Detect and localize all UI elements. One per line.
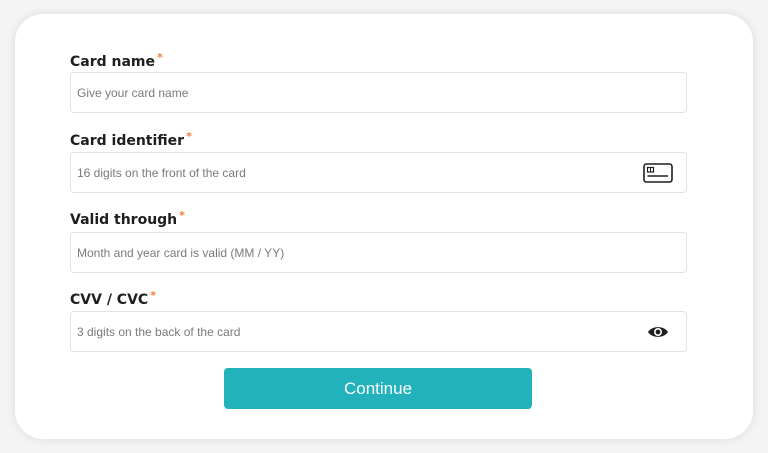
card-name-label-text: Card name	[70, 54, 156, 70]
valid-through-label-text: Valid through	[70, 212, 178, 228]
cvv-input[interactable]	[77, 312, 637, 351]
cvv-field	[70, 311, 687, 352]
card-name-input[interactable]	[77, 73, 637, 112]
valid-through-label: Valid through *	[70, 209, 185, 229]
credit-card-icon	[642, 162, 674, 184]
card-name-field	[70, 72, 687, 113]
valid-through-field	[70, 232, 687, 273]
required-marker: *	[157, 51, 163, 64]
required-marker: *	[150, 289, 156, 302]
valid-through-input[interactable]	[77, 233, 637, 272]
payment-card-form: Card name* Card identifier* Valid throug…	[15, 14, 753, 439]
eye-icon[interactable]	[642, 321, 674, 343]
cvv-label: CVV / CVC *	[70, 289, 156, 309]
card-identifier-label-text: Card identifier	[70, 133, 185, 149]
card-name-label: Card name *	[70, 51, 163, 71]
card-identifier-label: Card identifier *	[70, 130, 192, 150]
card-identifier-input[interactable]	[77, 153, 637, 192]
required-marker: *	[186, 130, 192, 143]
required-marker: *	[179, 209, 185, 222]
cvv-label-text: CVV / CVC	[70, 292, 149, 308]
card-identifier-field	[70, 152, 687, 193]
continue-button[interactable]: Continue	[224, 368, 532, 409]
